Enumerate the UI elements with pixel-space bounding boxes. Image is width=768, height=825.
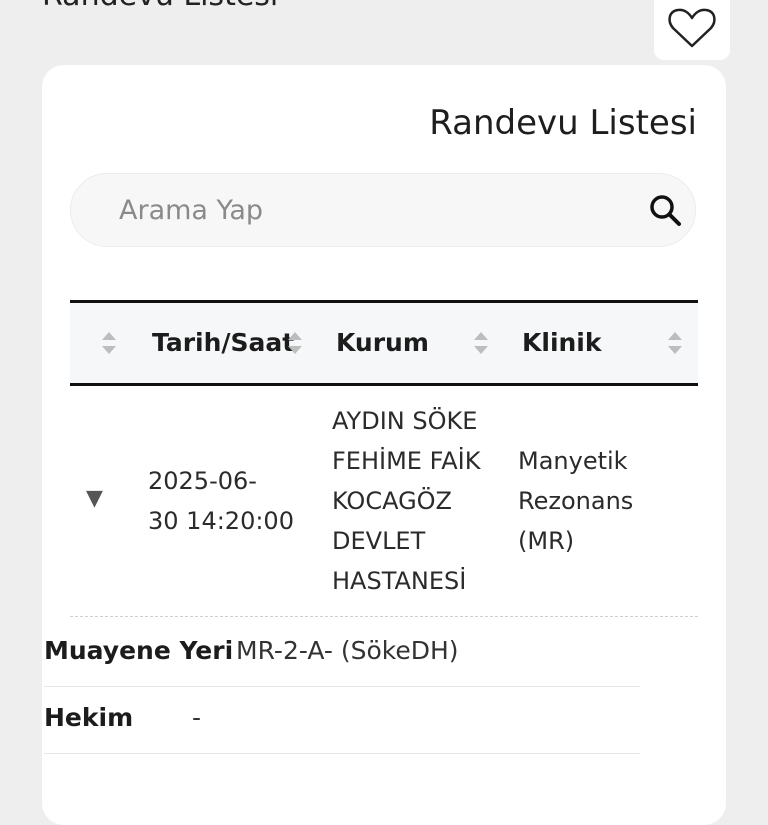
heart-icon <box>668 8 716 48</box>
search-icon[interactable] <box>647 192 683 228</box>
triangle-down-icon[interactable]: ▼ <box>86 486 103 511</box>
sort-icon[interactable] <box>666 330 684 356</box>
table-header: Tarih/Saat Kurum Klinik <box>70 300 698 386</box>
page-header-title: Randevu Listesi <box>42 0 278 13</box>
datetime-line: 30 14:20:00 <box>148 507 294 535</box>
clinic-line: Rezonans <box>518 487 634 515</box>
institution-line: HASTANESİ <box>332 567 467 595</box>
card-title: Randevu Listesi <box>429 103 697 143</box>
cell-clinic: Manyetik Rezonans (MR) <box>518 441 633 561</box>
column-header-clinic[interactable]: Klinik <box>522 328 602 357</box>
cell-institution: AYDIN SÖKE FEHİME FAİK KOCAGÖZ DEVLET HA… <box>332 401 480 601</box>
appointment-details: Muayene Yeri MR-2-A- (SökeDH) Hekim - <box>44 620 684 754</box>
detail-row-doctor: Hekim - <box>44 687 640 754</box>
clinic-line: (MR) <box>518 527 575 555</box>
institution-line: KOCAGÖZ <box>332 487 452 515</box>
detail-value: - <box>192 703 202 732</box>
column-header-institution[interactable]: Kurum <box>336 328 429 357</box>
institution-line: FEHİME FAİK <box>332 447 481 475</box>
cell-datetime: 2025-06- 30 14:20:00 <box>148 461 294 541</box>
table-row[interactable]: ▼ 2025-06- 30 14:20:00 AYDIN SÖKE FEHİME… <box>70 386 698 617</box>
detail-row-location: Muayene Yeri MR-2-A- (SökeDH) <box>44 620 640 687</box>
column-header-datetime[interactable]: Tarih/Saat <box>152 328 294 357</box>
sort-icon[interactable] <box>286 330 304 356</box>
detail-label: Muayene Yeri <box>44 636 234 665</box>
sort-icon[interactable] <box>100 330 118 356</box>
detail-label: Hekim <box>44 703 134 732</box>
favorite-button[interactable] <box>654 0 730 60</box>
datetime-line: 2025-06- <box>148 467 257 495</box>
sort-icon[interactable] <box>472 330 490 356</box>
search-input[interactable] <box>119 174 639 246</box>
institution-line: DEVLET <box>332 527 426 555</box>
institution-line: AYDIN SÖKE <box>332 407 478 435</box>
detail-value: MR-2-A- (SökeDH) <box>236 636 459 665</box>
clinic-line: Manyetik <box>518 447 628 475</box>
search-box <box>70 173 696 247</box>
appointments-table: Tarih/Saat Kurum Klinik ▼ 2025-06- 30 14… <box>70 300 698 617</box>
